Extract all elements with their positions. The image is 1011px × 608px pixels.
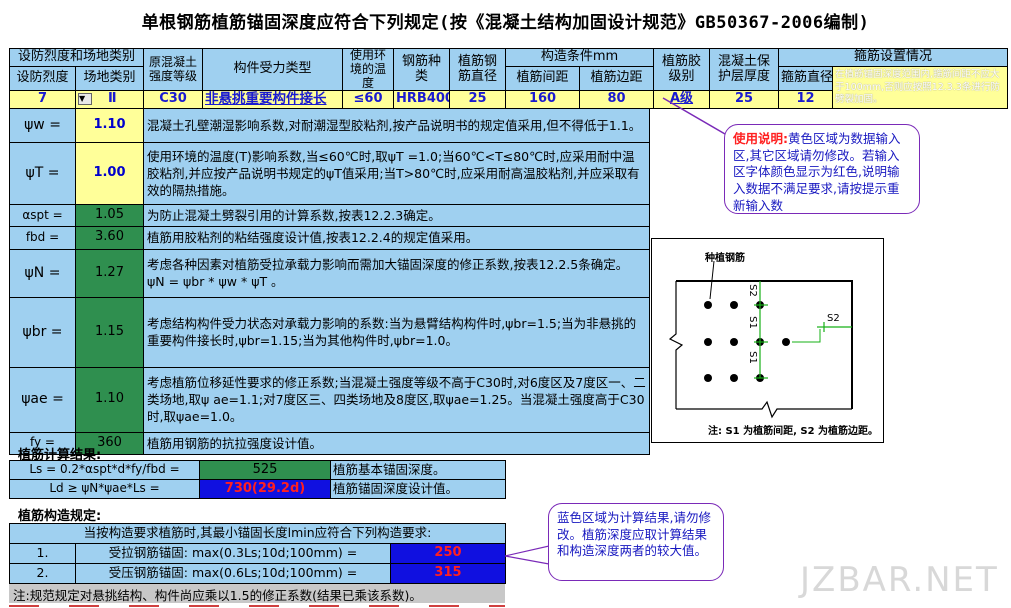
param-desc: 植筋用钢筋的抗拉强度设计值。	[143, 431, 650, 455]
param-sym: ψbr =	[9, 296, 76, 368]
member-input[interactable]: 非悬挑重要构件接长	[202, 90, 344, 110]
header-seismic: 设防烈度	[9, 65, 76, 92]
header-rebar-type: 钢筋种类	[393, 47, 451, 92]
param-value: 3.60	[75, 226, 144, 250]
rebar-figure: 种植钢筋 S2 S1 S1 S2 注: S1 为植筋间距, S2 为植筋边距。	[651, 238, 884, 443]
constr-note: 注:规范规定对悬挑结构、构件尚应乘以1.5的修正系数(结果已乘该系数)。	[9, 584, 505, 603]
figure-caption: 注: S1 为植筋间距, S2 为植筋边距。	[708, 426, 879, 437]
spacing-input[interactable]: 160	[505, 90, 581, 110]
param-value: 1.10	[75, 108, 144, 143]
constr-row-text: 受压钢筋锚固: max(0.6Ls;10d;100mm) =	[75, 563, 391, 584]
result-callout: 蓝色区域为计算结果,请勿修改。植筋深度应取计算结果和构造深度两者的较大值。	[548, 503, 724, 581]
header-concrete: 原混凝土强度等级	[143, 47, 204, 92]
chevron-down-icon[interactable]: ▼	[78, 92, 92, 105]
calc-formula-ls: Ls = 0.2*αspt*d*fy/fbd =	[9, 460, 200, 480]
header-cover: 混凝土保护层厚度	[709, 47, 780, 92]
figure-label-top: 种植钢筋	[705, 253, 745, 264]
seismic-input[interactable]: 7	[9, 90, 76, 110]
figure-s1-upper: S1	[746, 316, 758, 329]
edge-input[interactable]: 80	[579, 90, 655, 110]
param-value: 1.27	[75, 248, 144, 298]
usage-callout-label: 使用说明:	[733, 131, 788, 146]
constr-intro: 当按构造要求植筋时,其最小锚固长度lmin应符合下列构造要求:	[9, 523, 506, 544]
calc-formula-ld: Ld ≥ ψN*ψae*Ls =	[9, 479, 200, 499]
input-table: 设防烈度和场地类别 原混凝土强度等级 构件受力类型 使用环境的温度 钢筋种类 植…	[8, 47, 1009, 110]
param-value: 1.05	[75, 203, 144, 228]
usage-callout: 使用说明:黄色区域为数据输入区,其它区域请勿修改。若输入区字体颜色显示为红色,说…	[724, 124, 920, 214]
header-edge: 植筋边距	[579, 65, 655, 92]
constr-table: 当按构造要求植筋时,其最小锚固长度lmin应符合下列构造要求: 1. 受拉钢筋锚…	[9, 523, 506, 584]
stirrup-note: 在植筋锚固深度范围内,箍筋间距不应大于100mm,否则应按照12.3.3条进行防…	[832, 65, 1009, 110]
header-stirrup-dia: 箍筋直径	[778, 65, 834, 92]
param-desc: 植筋用胶粘剂的粘结强度设计值,按表12.2.4的规定值采用。	[143, 226, 650, 250]
constr-row-no: 2.	[9, 563, 76, 584]
site-select[interactable]: ▼ Ⅱ	[74, 90, 145, 110]
param-sym: ψT =	[9, 142, 76, 205]
figure-s2-vertical: S2	[746, 284, 758, 297]
param-desc: 混凝土孔壁潮湿影响系数,对耐潮湿型胶粘剂,按产品说明书的规定值采用,但不得低于1…	[143, 108, 650, 143]
rebar-dia-input[interactable]: 25	[449, 90, 507, 110]
watermark: JZBAR.NET	[800, 560, 999, 600]
calc-desc-ld: 植筋锚固深度设计值。	[330, 479, 506, 499]
calc-value-ls: 525	[199, 460, 331, 480]
param-table: ψw = 1.10 混凝土孔壁潮湿影响系数,对耐潮湿型胶粘剂,按产品说明书的规定…	[9, 108, 650, 455]
header-env: 使用环境的温度	[342, 47, 395, 92]
calc-table: Ls = 0.2*αspt*d*fy/fbd = 525 植筋基本锚固深度。 L…	[9, 460, 506, 499]
header-stirrup-group: 箍筋设置情况	[778, 48, 1009, 67]
rebar-layout-drawing	[668, 260, 853, 419]
param-desc: 使用环境的温度(T)影响系数,当≤60℃时,取ψT =1.0;当60℃<T≤80…	[143, 142, 650, 205]
calc-desc-ls: 植筋基本锚固深度。	[330, 460, 506, 480]
param-sym: fbd =	[9, 226, 76, 250]
param-value: 1.15	[75, 296, 144, 368]
header-site: 场地类别	[74, 65, 145, 92]
param-sym: ψN =	[9, 248, 76, 298]
constr-row-no: 1.	[9, 543, 76, 564]
param-desc: 考虑植筋位移延性要求的修正系数;当混凝土强度等级不高于C30时,对6度区及7度区…	[143, 366, 650, 433]
constr-tension-value: 250	[390, 543, 506, 564]
rebar-type-input[interactable]: HRB400	[393, 90, 451, 110]
page-title: 单根钢筋植筋锚固深度应符合下列规定(按《混凝土结构加固设计规范》GB50367-…	[141, 13, 870, 33]
callout-pointer	[662, 97, 726, 135]
calc-value-ld: 730(29.2d)	[199, 479, 331, 499]
header-seismic-group: 设防烈度和场地类别	[8, 48, 145, 67]
param-sym: αspt =	[9, 203, 76, 228]
figure-s2-horizontal: S2	[827, 313, 840, 324]
header-rebar-dia: 植筋钢筋直径	[449, 47, 507, 92]
param-desc: 考虑结构构件受力状态对承载力影响的系数:当为悬臂结构构件时,ψbr=1.5;当为…	[143, 296, 650, 368]
concrete-input[interactable]: C30	[143, 90, 204, 110]
stirrup-dia-input[interactable]: 12	[778, 90, 834, 110]
constr-row-text: 受拉钢筋锚固: max(0.3Ls;10d;100mm) =	[75, 543, 391, 564]
figure-s1-lower: S1	[746, 351, 758, 364]
param-desc: 考虑各种因素对植筋受拉承载力影响而需加大锚固深度的修正系数,按表12.2.5条确…	[143, 248, 650, 298]
constr-compression-value: 315	[390, 563, 506, 584]
param-value: 1.10	[75, 366, 144, 433]
constr-title: 植筋构造规定:	[18, 509, 102, 524]
cut-off-text	[9, 605, 505, 607]
header-cond-group: 构造条件mm	[505, 48, 655, 67]
env-input[interactable]: ≤60	[342, 90, 395, 110]
param-value: 1.00	[75, 142, 144, 205]
param-sym: ψae =	[9, 366, 76, 433]
param-sym: ψw =	[9, 108, 76, 143]
header-member: 构件受力类型	[202, 47, 344, 92]
header-spacing: 植筋间距	[505, 65, 581, 92]
param-desc: 为防止混凝土劈裂引用的计算系数,按表12.2.3确定。	[143, 203, 650, 228]
header-glue: 植筋胶级别	[653, 47, 711, 92]
